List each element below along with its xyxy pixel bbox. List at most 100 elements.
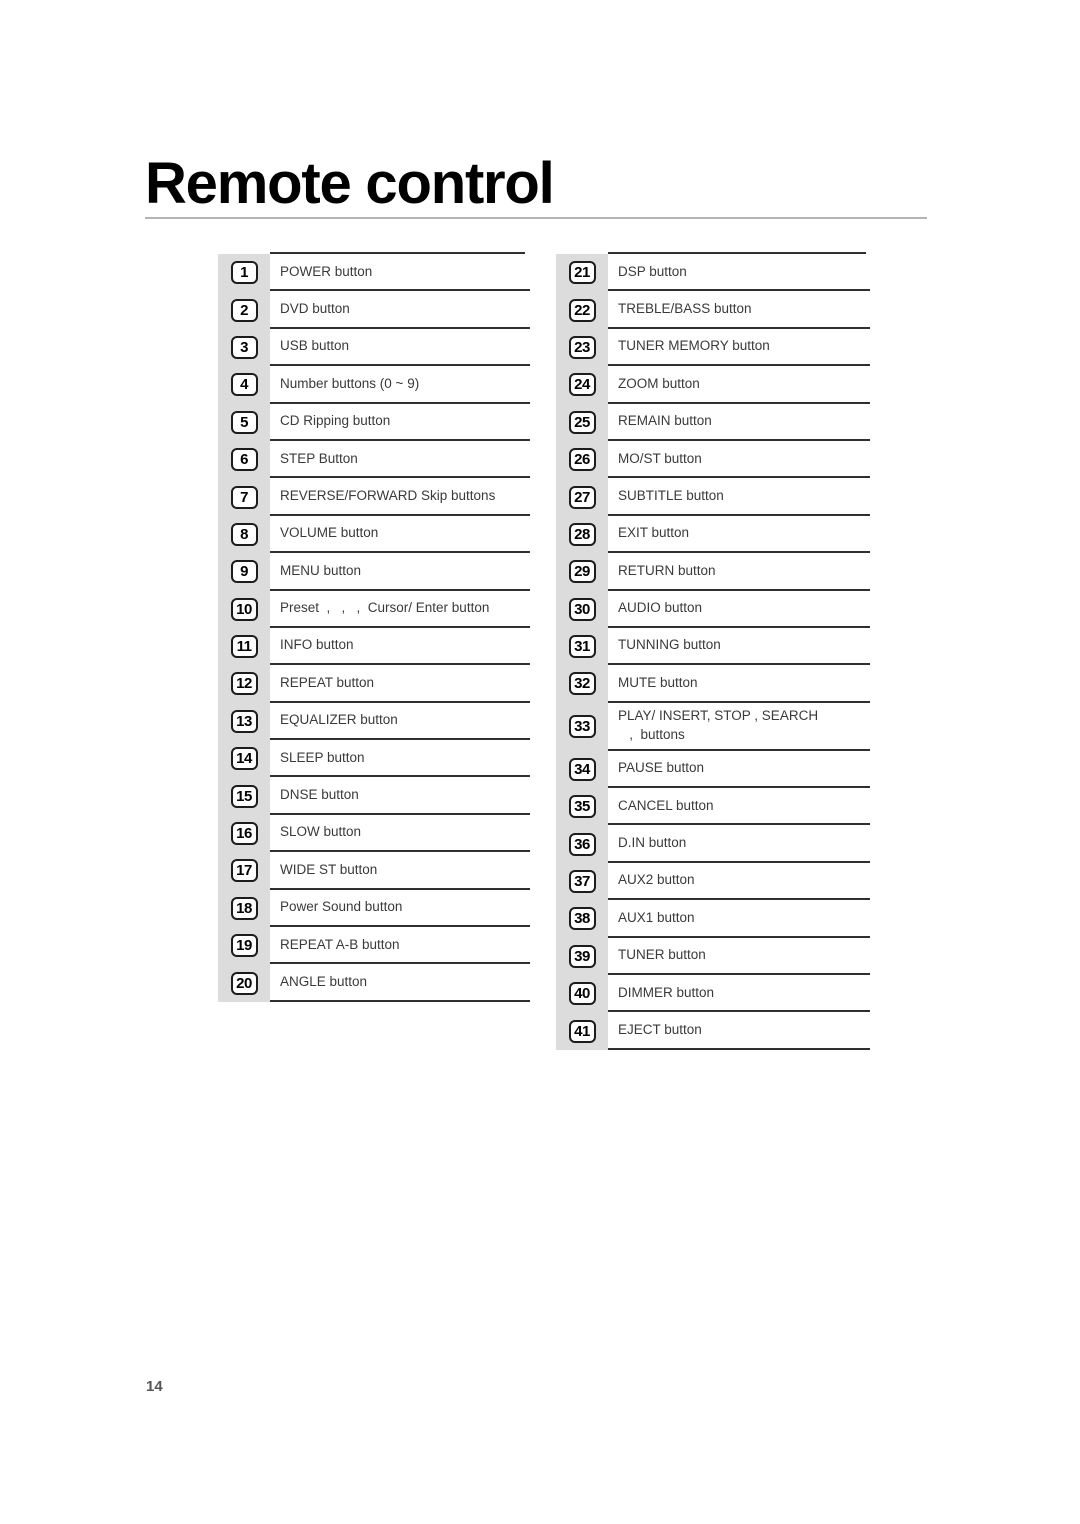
legend-number-badge: 3: [230, 335, 258, 359]
legend-label-line: REPEAT button: [280, 674, 375, 690]
legend-row: 2 DVD button: [218, 291, 530, 329]
legend-label-line: REVERSE/FORWARD Skip buttons: [280, 487, 496, 503]
legend-label-line: USB button: [280, 338, 350, 354]
legend-label-cell: AUX2 button: [608, 863, 870, 901]
legend-row: 1 POWER button: [218, 254, 530, 292]
legend-number-badge: 34: [568, 757, 596, 781]
legend-number-cell: 35: [556, 788, 608, 825]
legend-label-cell: EJECT button: [608, 1012, 870, 1050]
legend-number-badge: 39: [568, 944, 596, 968]
legend-number-badge: 38: [568, 907, 596, 931]
legend-number-cell: 39: [556, 938, 608, 975]
legend-number-badge: 5: [230, 410, 258, 434]
legend-rows-right: 21 DSP button 22 TREBLE/BASS button 23 TUNER …: [556, 254, 870, 1050]
legend-label-cell: AUDIO button: [608, 591, 870, 628]
legend-number-badge: 10: [230, 597, 258, 621]
legend-label-cell: TUNER button: [608, 938, 870, 976]
legend-row: 20 ANGLE button: [218, 964, 530, 1002]
legend-number-badge: 33: [568, 715, 596, 739]
legend-number-badge: 30: [568, 597, 596, 621]
legend-row: 13 EQUALIZER button: [218, 703, 530, 741]
legend-number-cell: 34: [556, 751, 608, 788]
legend-number-badge: 40: [568, 982, 596, 1006]
legend-number-badge: 19: [230, 934, 258, 958]
legend-label-line: AUX1 button: [618, 909, 695, 925]
legend-number-cell: 1: [218, 254, 270, 291]
legend-number-cell: 23: [556, 329, 608, 366]
legend-row: 6 STEP Button: [218, 441, 530, 479]
legend-label-line: DIMMER button: [618, 984, 715, 1000]
legend-label-cell: EQUALIZER button: [270, 703, 530, 741]
legend-label-line: VOLUME button: [280, 525, 379, 541]
legend-number-cell: 31: [556, 628, 608, 665]
legend-number-cell: 16: [218, 815, 270, 852]
legend-row: 18 Power Sound button: [218, 890, 530, 928]
legend-label-line: SLOW button: [280, 824, 362, 840]
legend-row: 9 MENU button: [218, 553, 530, 591]
page-header: Remote control: [145, 155, 927, 219]
legend-row: 38 AUX1 button: [556, 900, 870, 938]
legend-number-cell: 11: [218, 628, 270, 665]
legend-row: 37 AUX2 button: [556, 863, 870, 901]
legend-number-badge: 23: [568, 335, 596, 359]
legend-label-cell: STEP Button: [270, 441, 530, 479]
legend-label-cell: TUNER MEMORY button: [608, 329, 870, 367]
legend-number-badge: 27: [568, 485, 596, 509]
legend-number-badge: 7: [230, 485, 258, 509]
legend-label-line: WIDE ST button: [280, 861, 378, 877]
legend-label-line: DSP button: [618, 263, 687, 279]
legend-number-badge: 32: [568, 672, 596, 696]
legend-label-cell: DVD button: [270, 291, 530, 329]
legend-number-cell: 4: [218, 366, 270, 403]
legend-number-cell: 21: [556, 254, 608, 291]
legend-label-line: MO/ST button: [618, 450, 702, 466]
legend-number-badge: 6: [230, 448, 258, 472]
legend-row: 41 EJECT button: [556, 1012, 870, 1050]
legend-label-cell: PAUSE button: [608, 751, 870, 789]
legend-number-cell: 22: [556, 291, 608, 328]
legend-number-cell: 20: [218, 964, 270, 1001]
legend-label-line: DVD button: [280, 300, 350, 316]
legend-number-cell: 15: [218, 777, 270, 814]
legend-number-cell: 32: [556, 665, 608, 702]
legend-row: 3 USB button: [218, 329, 530, 367]
legend-label-cell: INFO button: [270, 628, 530, 666]
legend-number-cell: 12: [218, 665, 270, 702]
legend-number-cell: 36: [556, 825, 608, 862]
legend-label-line: ZOOM button: [618, 375, 700, 391]
legend-label-cell: REVERSE/FORWARD Skip buttons: [270, 478, 530, 516]
legend-row: 22 TREBLE/BASS button: [556, 291, 870, 329]
legend-row: 39 TUNER button: [556, 938, 870, 976]
legend-row: 12 REPEAT button: [218, 665, 530, 703]
legend-number-cell: 6: [218, 441, 270, 478]
legend-label-cell: DSP button: [608, 254, 870, 292]
legend-label-cell: Preset , , , Cursor/ Enter button: [270, 591, 530, 628]
legend-row: 35 CANCEL button: [556, 788, 870, 826]
legend-label-line: AUX2 button: [618, 872, 695, 888]
legend-number-cell: 2: [218, 291, 270, 328]
legend-label-line: STEP Button: [280, 450, 358, 466]
legend-row: 24 ZOOM button: [556, 366, 870, 404]
legend-number-cell: 37: [556, 863, 608, 900]
legend-row: 25 REMAIN button: [556, 404, 870, 441]
legend-rows-left: 1 POWER button 2 DVD button 3 USB button 4 Numb…: [218, 254, 530, 1002]
legend-label-line: Preset , , , Cursor/ Enter button: [280, 600, 490, 616]
legend-label-cell: EXIT button: [608, 516, 870, 554]
legend-number-badge: 35: [568, 795, 596, 819]
legend-row: 31 TUNNING button: [556, 628, 870, 666]
legend-number-badge: 4: [230, 373, 258, 397]
legend-label-line: TREBLE/BASS button: [618, 300, 752, 316]
legend-column-left: 1 POWER button 2 DVD button 3 USB button 4 Numb…: [218, 252, 530, 1002]
legend-row: 8 VOLUME button: [218, 516, 530, 554]
legend-row: 23 TUNER MEMORY button: [556, 329, 870, 367]
legend-number-badge: 2: [230, 298, 258, 322]
legend-label-cell: SLEEP button: [270, 740, 530, 778]
legend-number-cell: 28: [556, 516, 608, 553]
legend-label-cell: WIDE ST button: [270, 852, 530, 890]
legend-label-cell: RETURN button: [608, 553, 870, 591]
legend-number-cell: 8: [218, 516, 270, 553]
legend-label-line: DNSE button: [280, 787, 359, 803]
legend-label-line: TUNNING button: [618, 637, 721, 653]
legend-label-line: REMAIN button: [618, 413, 712, 429]
legend-label-cell: Number buttons (0 ~ 9): [270, 366, 530, 404]
